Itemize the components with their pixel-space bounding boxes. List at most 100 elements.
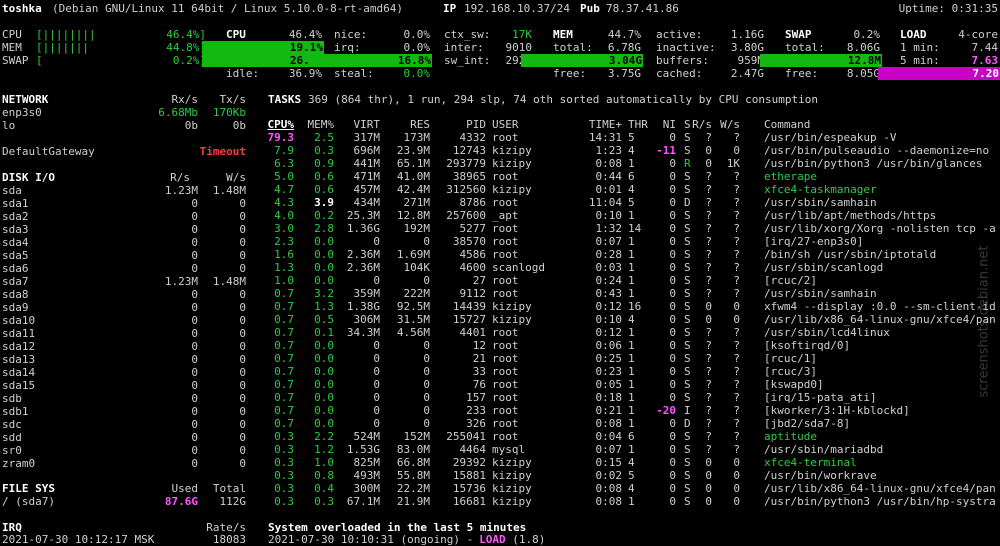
- load-value: 7.20: [878, 67, 1000, 80]
- alert-key: LOAD: [479, 533, 506, 546]
- ip-address: 192.168.10.37/24: [464, 2, 570, 15]
- task-command[interactable]: [rcuc/1]: [764, 352, 817, 365]
- os-info: (Debian GNU/Linux 11 64bit / Linux 5.10.…: [52, 2, 403, 15]
- fs-mount: / (sda7): [2, 495, 55, 508]
- mem-stat-value: 959M: [737, 54, 765, 67]
- task-command[interactable]: /usr/sbin/samhain: [764, 196, 877, 209]
- task-command[interactable]: /bin/sh /usr/sbin/iptotald: [764, 248, 936, 261]
- disk-name: sda2: [2, 210, 29, 223]
- quicklook-label: SWAP: [2, 54, 29, 67]
- disk-name: sda4: [2, 236, 29, 249]
- tasks-summary: 369 (864 thr), 1 run, 294 slp, 74 oth so…: [308, 93, 818, 106]
- disk-name: sdc: [2, 418, 22, 431]
- task-cell: 15727: [452, 313, 486, 326]
- disk-name: sdd: [2, 431, 22, 444]
- task-command[interactable]: xfce4-terminal: [764, 456, 857, 469]
- task-command[interactable]: /usr/lib/x86_64-linux-gnu/xfce4/pan: [764, 313, 996, 326]
- public-ip: 78.37.41.86: [606, 2, 679, 15]
- task-command[interactable]: /usr/sbin/samhain: [764, 287, 877, 300]
- task-cell: 157: [466, 391, 486, 404]
- cpu-stat-value: 0.0%: [403, 67, 431, 80]
- task-command[interactable]: aptitude: [764, 430, 817, 443]
- cpu-total: 46.4%: [288, 28, 322, 41]
- task-cell: 255041: [446, 430, 486, 443]
- quicklook-value: 46.4%]: [166, 28, 206, 41]
- quicklook-label: MEM: [2, 41, 22, 54]
- task-command[interactable]: /usr/sbin/scanlogd: [764, 261, 883, 274]
- task-cell: 76: [472, 378, 486, 391]
- load-value: 7.44: [971, 41, 999, 54]
- disk-name: sda3: [2, 223, 29, 236]
- mem-stat-value: 6.78G: [607, 41, 641, 54]
- task-column-header: Command: [764, 118, 811, 131]
- task-cell: ?: [733, 378, 740, 391]
- task-command[interactable]: [kworker/3:1H-kblockd]: [764, 404, 910, 417]
- pub-label: Pub: [580, 2, 600, 15]
- task-cell: ?: [733, 391, 740, 404]
- mem-stat-value: 2.47G: [730, 67, 764, 80]
- disk-name: sda7: [2, 275, 29, 288]
- task-cell: 15736: [452, 482, 486, 495]
- task-command[interactable]: xfwm4 --display :0.0 --sm-client-id: [764, 300, 996, 313]
- task-command[interactable]: [kswapd0]: [764, 378, 824, 391]
- task-cell: ?: [733, 404, 740, 417]
- disk-name: sda: [2, 184, 22, 197]
- task-cell: 0: [733, 313, 740, 326]
- task-cell: ?: [733, 326, 740, 339]
- disk-name: zram0: [2, 457, 36, 470]
- task-command[interactable]: xfce4-taskmanager: [764, 183, 877, 196]
- task-command[interactable]: /usr/lib/apt/methods/https: [764, 209, 936, 222]
- task-cell: 4586: [459, 248, 487, 261]
- task-cell: 326: [466, 417, 486, 430]
- task-cell: ?: [733, 274, 740, 287]
- task-cell: ?: [733, 339, 740, 352]
- disk-title: DISK I/O: [2, 171, 55, 184]
- task-cell: ?: [733, 183, 740, 196]
- task-cell: ?: [733, 430, 740, 443]
- task-cell: 4600: [459, 261, 487, 274]
- network-interface: lo: [2, 119, 16, 132]
- tasks-title: TASKS: [268, 93, 302, 106]
- task-cell: 14439: [452, 300, 486, 313]
- load-value: 7.63: [971, 54, 999, 67]
- task-command[interactable]: [rcuc/2]: [764, 274, 817, 287]
- task-cell: ?: [733, 131, 740, 144]
- task-cell: 0: [733, 144, 740, 157]
- task-cell: 1K: [726, 157, 740, 170]
- swap-stat-value: 8.05G: [846, 67, 880, 80]
- load-cores: 4-core: [958, 28, 998, 41]
- task-command[interactable]: /usr/bin/python3 /usr/bin/glances: [764, 157, 983, 170]
- task-cell: ?: [733, 261, 740, 274]
- disk-name: sda10: [2, 314, 36, 327]
- task-command[interactable]: [ksoftirqd/0]: [764, 339, 850, 352]
- ip-label: IP: [443, 2, 457, 15]
- task-command[interactable]: [jbd2/sda7-8]: [764, 417, 850, 430]
- task-command[interactable]: /usr/bin/python3 /usr/bin/hp-systra: [764, 495, 996, 508]
- cpu-stat-value: 26.9%: [202, 54, 324, 67]
- task-cell: 8786: [459, 196, 487, 209]
- task-cell: 27: [472, 274, 486, 287]
- task-command[interactable]: /usr/lib/xorg/Xorg -nolisten tcp -a: [764, 222, 996, 235]
- disk-name: sr0: [2, 444, 22, 457]
- task-cell: ?: [733, 287, 740, 300]
- task-cell: ?: [733, 209, 740, 222]
- task-command[interactable]: etherape: [764, 170, 817, 183]
- task-command[interactable]: /usr/bin/workrave: [764, 469, 877, 482]
- disk-name: sdb1: [2, 405, 29, 418]
- task-cell: 9112: [459, 287, 487, 300]
- task-cell: 29392: [452, 456, 486, 469]
- task-command[interactable]: /usr/bin/pulseaudio --daemonize=no: [764, 144, 989, 157]
- task-cell: ?: [733, 352, 740, 365]
- cpu-stat-value: 19.1%: [202, 41, 324, 54]
- task-command[interactable]: /usr/bin/espeakup -V: [764, 131, 896, 144]
- disk-name: sda8: [2, 288, 29, 301]
- task-cell: 16681: [452, 495, 486, 508]
- task-command[interactable]: [irq/15-pata_ati]: [764, 391, 877, 404]
- task-command[interactable]: /usr/sbin/mariadbd: [764, 443, 883, 456]
- task-command[interactable]: [irq/27-enp3s0]: [764, 235, 863, 248]
- irq-value: 18083: [212, 533, 246, 546]
- task-command[interactable]: /usr/sbin/lcd4linux: [764, 326, 890, 339]
- task-cell: 0: [733, 469, 740, 482]
- task-command[interactable]: [rcuc/3]: [764, 365, 817, 378]
- task-command[interactable]: /usr/lib/x86_64-linux-gnu/xfce4/pan: [764, 482, 996, 495]
